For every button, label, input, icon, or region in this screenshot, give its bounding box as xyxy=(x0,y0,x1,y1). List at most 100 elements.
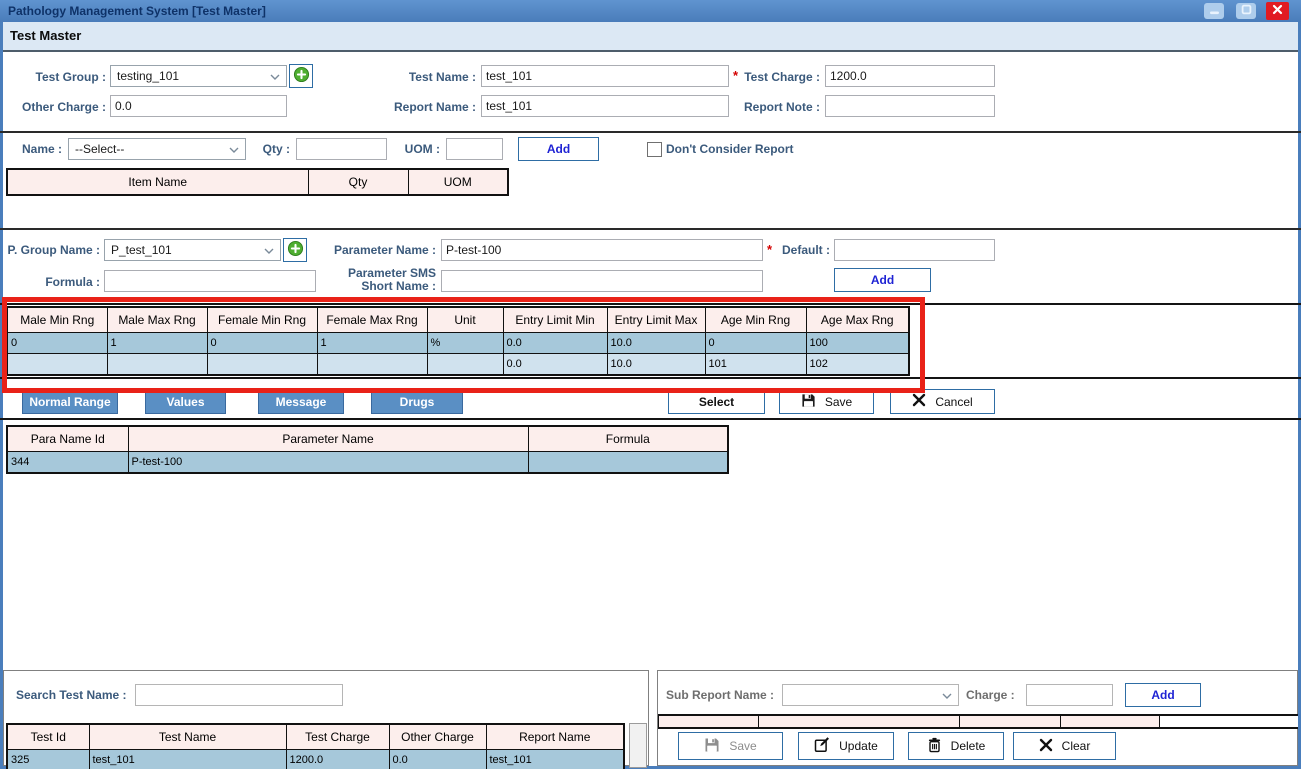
range-cell[interactable]: 10.0 xyxy=(607,354,705,376)
clear-form-button[interactable]: Clear xyxy=(1013,732,1116,760)
search-grid-header-test-name[interactable]: Test Name xyxy=(89,724,286,750)
delete-record-button[interactable]: Delete xyxy=(908,732,1004,760)
delete-record-label: Delete xyxy=(951,739,986,753)
parameter-cell[interactable]: 344 xyxy=(7,452,128,474)
search-grid-header-other-charge[interactable]: Other Charge xyxy=(389,724,486,750)
sub-report-name-combo[interactable] xyxy=(782,684,959,706)
default-input[interactable] xyxy=(834,239,995,261)
parameter-grid-row[interactable]: 344 P-test-100 xyxy=(7,452,728,474)
range-grid-row[interactable]: 0.0 10.0 101 102 xyxy=(7,354,909,376)
update-record-button[interactable]: Update xyxy=(798,732,894,760)
values-button[interactable]: Values xyxy=(145,390,226,414)
parameter-sms-label-line2: Short Name : xyxy=(361,279,436,293)
qty-input[interactable] xyxy=(296,138,387,160)
search-cell[interactable]: 325 xyxy=(7,750,89,769)
search-grid-header-test-charge[interactable]: Test Charge xyxy=(286,724,389,750)
parameter-grid-header-name[interactable]: Parameter Name xyxy=(128,426,528,452)
range-cell[interactable]: 100 xyxy=(806,333,909,354)
test-charge-input[interactable] xyxy=(825,65,995,87)
report-name-input[interactable] xyxy=(481,95,729,117)
range-cell[interactable]: 101 xyxy=(705,354,806,376)
range-grid-header-unit[interactable]: Unit xyxy=(427,307,503,333)
item-name-combo[interactable]: --Select-- xyxy=(68,138,246,160)
range-cell[interactable] xyxy=(107,354,207,376)
range-cell[interactable]: 0.0 xyxy=(503,333,607,354)
search-cell[interactable]: test_101 xyxy=(89,750,286,769)
search-grid-row[interactable]: 325 test_101 1200.0 0.0 test_101 xyxy=(7,750,624,769)
range-cell[interactable]: 102 xyxy=(806,354,909,376)
normal-range-button[interactable]: Normal Range xyxy=(22,390,118,414)
range-cell[interactable] xyxy=(207,354,317,376)
search-test-name-input[interactable] xyxy=(135,684,343,706)
parameter-name-input[interactable] xyxy=(441,239,763,261)
minimize-button[interactable] xyxy=(1204,3,1224,19)
parameter-grid-header-formula[interactable]: Formula xyxy=(528,426,728,452)
range-cell[interactable]: 1 xyxy=(107,333,207,354)
subreport-grid-header-cell[interactable] xyxy=(759,716,960,727)
minimize-icon xyxy=(1209,4,1220,18)
parameter-cell[interactable]: P-test-100 xyxy=(128,452,528,474)
item-grid-header-qty[interactable]: Qty xyxy=(308,169,408,195)
save-record-button[interactable]: Save xyxy=(678,732,783,760)
save-label: Save xyxy=(825,395,852,409)
close-icon xyxy=(1272,4,1283,18)
report-note-input[interactable] xyxy=(825,95,995,117)
range-grid-header-female-max[interactable]: Female Max Rng xyxy=(317,307,427,333)
search-cell[interactable]: 0.0 xyxy=(389,750,486,769)
formula-input[interactable] xyxy=(104,270,316,292)
range-grid-header-entry-limit-min[interactable]: Entry Limit Min xyxy=(503,307,607,333)
other-charge-input[interactable] xyxy=(110,95,287,117)
range-cell[interactable]: % xyxy=(427,333,503,354)
range-cell[interactable]: 10.0 xyxy=(607,333,705,354)
add-subreport-button[interactable]: Add xyxy=(1125,683,1201,707)
subreport-grid-header xyxy=(658,714,1298,729)
range-cell[interactable]: 1 xyxy=(317,333,427,354)
test-group-combo[interactable]: testing_101 xyxy=(110,65,287,87)
range-grid-header-age-max[interactable]: Age Max Rng xyxy=(806,307,909,333)
range-cell[interactable] xyxy=(317,354,427,376)
range-cell[interactable]: 0 xyxy=(207,333,317,354)
close-button[interactable] xyxy=(1266,2,1289,20)
subreport-charge-input[interactable] xyxy=(1026,684,1113,706)
range-grid-header-male-max[interactable]: Male Max Rng xyxy=(107,307,207,333)
search-grid-scrollbar[interactable] xyxy=(629,723,647,768)
values-label: Values xyxy=(166,395,204,409)
range-cell[interactable] xyxy=(427,354,503,376)
subreport-grid-header-cell[interactable] xyxy=(1061,716,1160,727)
range-grid-header-female-min[interactable]: Female Min Rng xyxy=(207,307,317,333)
search-grid-header-test-id[interactable]: Test Id xyxy=(7,724,89,750)
maximize-button[interactable] xyxy=(1236,3,1256,19)
subreport-grid-header-cell[interactable] xyxy=(658,716,759,727)
parameter-sms-input[interactable] xyxy=(441,270,763,292)
parameter-grid-header-id[interactable]: Para Name Id xyxy=(7,426,128,452)
add-parameter-button[interactable]: Add xyxy=(834,268,931,292)
search-cell[interactable]: 1200.0 xyxy=(286,750,389,769)
add-item-button[interactable]: Add xyxy=(518,137,599,161)
range-cell[interactable]: 0 xyxy=(705,333,806,354)
parameter-cell[interactable] xyxy=(528,452,728,474)
add-p-group-button[interactable] xyxy=(283,238,307,262)
range-grid-row[interactable]: 0 1 0 1 % 0.0 10.0 0 100 xyxy=(7,333,909,354)
chevron-down-icon xyxy=(942,688,952,702)
range-cell[interactable]: 0.0 xyxy=(503,354,607,376)
subreport-grid-header-cell[interactable] xyxy=(960,716,1061,727)
range-grid-header-male-min[interactable]: Male Min Rng xyxy=(7,307,107,333)
dont-consider-report-checkbox[interactable] xyxy=(647,142,662,157)
test-name-input[interactable] xyxy=(481,65,729,87)
item-grid-header-item-name[interactable]: Item Name xyxy=(7,169,308,195)
uom-input[interactable] xyxy=(446,138,503,160)
search-cell[interactable]: test_101 xyxy=(486,750,624,769)
select-button[interactable]: Select xyxy=(668,389,765,414)
search-grid-header-report-name[interactable]: Report Name xyxy=(486,724,624,750)
drugs-button[interactable]: Drugs xyxy=(371,390,463,414)
save-button[interactable]: Save xyxy=(779,389,874,414)
message-button[interactable]: Message xyxy=(258,390,344,414)
range-cell[interactable]: 0 xyxy=(7,333,107,354)
range-cell[interactable] xyxy=(7,354,107,376)
range-grid-header-age-min[interactable]: Age Min Rng xyxy=(705,307,806,333)
cancel-button[interactable]: Cancel xyxy=(890,389,995,414)
p-group-name-combo[interactable]: P_test_101 xyxy=(104,239,281,261)
add-test-group-button[interactable] xyxy=(289,64,313,88)
range-grid-header-entry-limit-max[interactable]: Entry Limit Max xyxy=(607,307,705,333)
item-grid-header-uom[interactable]: UOM xyxy=(408,169,508,195)
